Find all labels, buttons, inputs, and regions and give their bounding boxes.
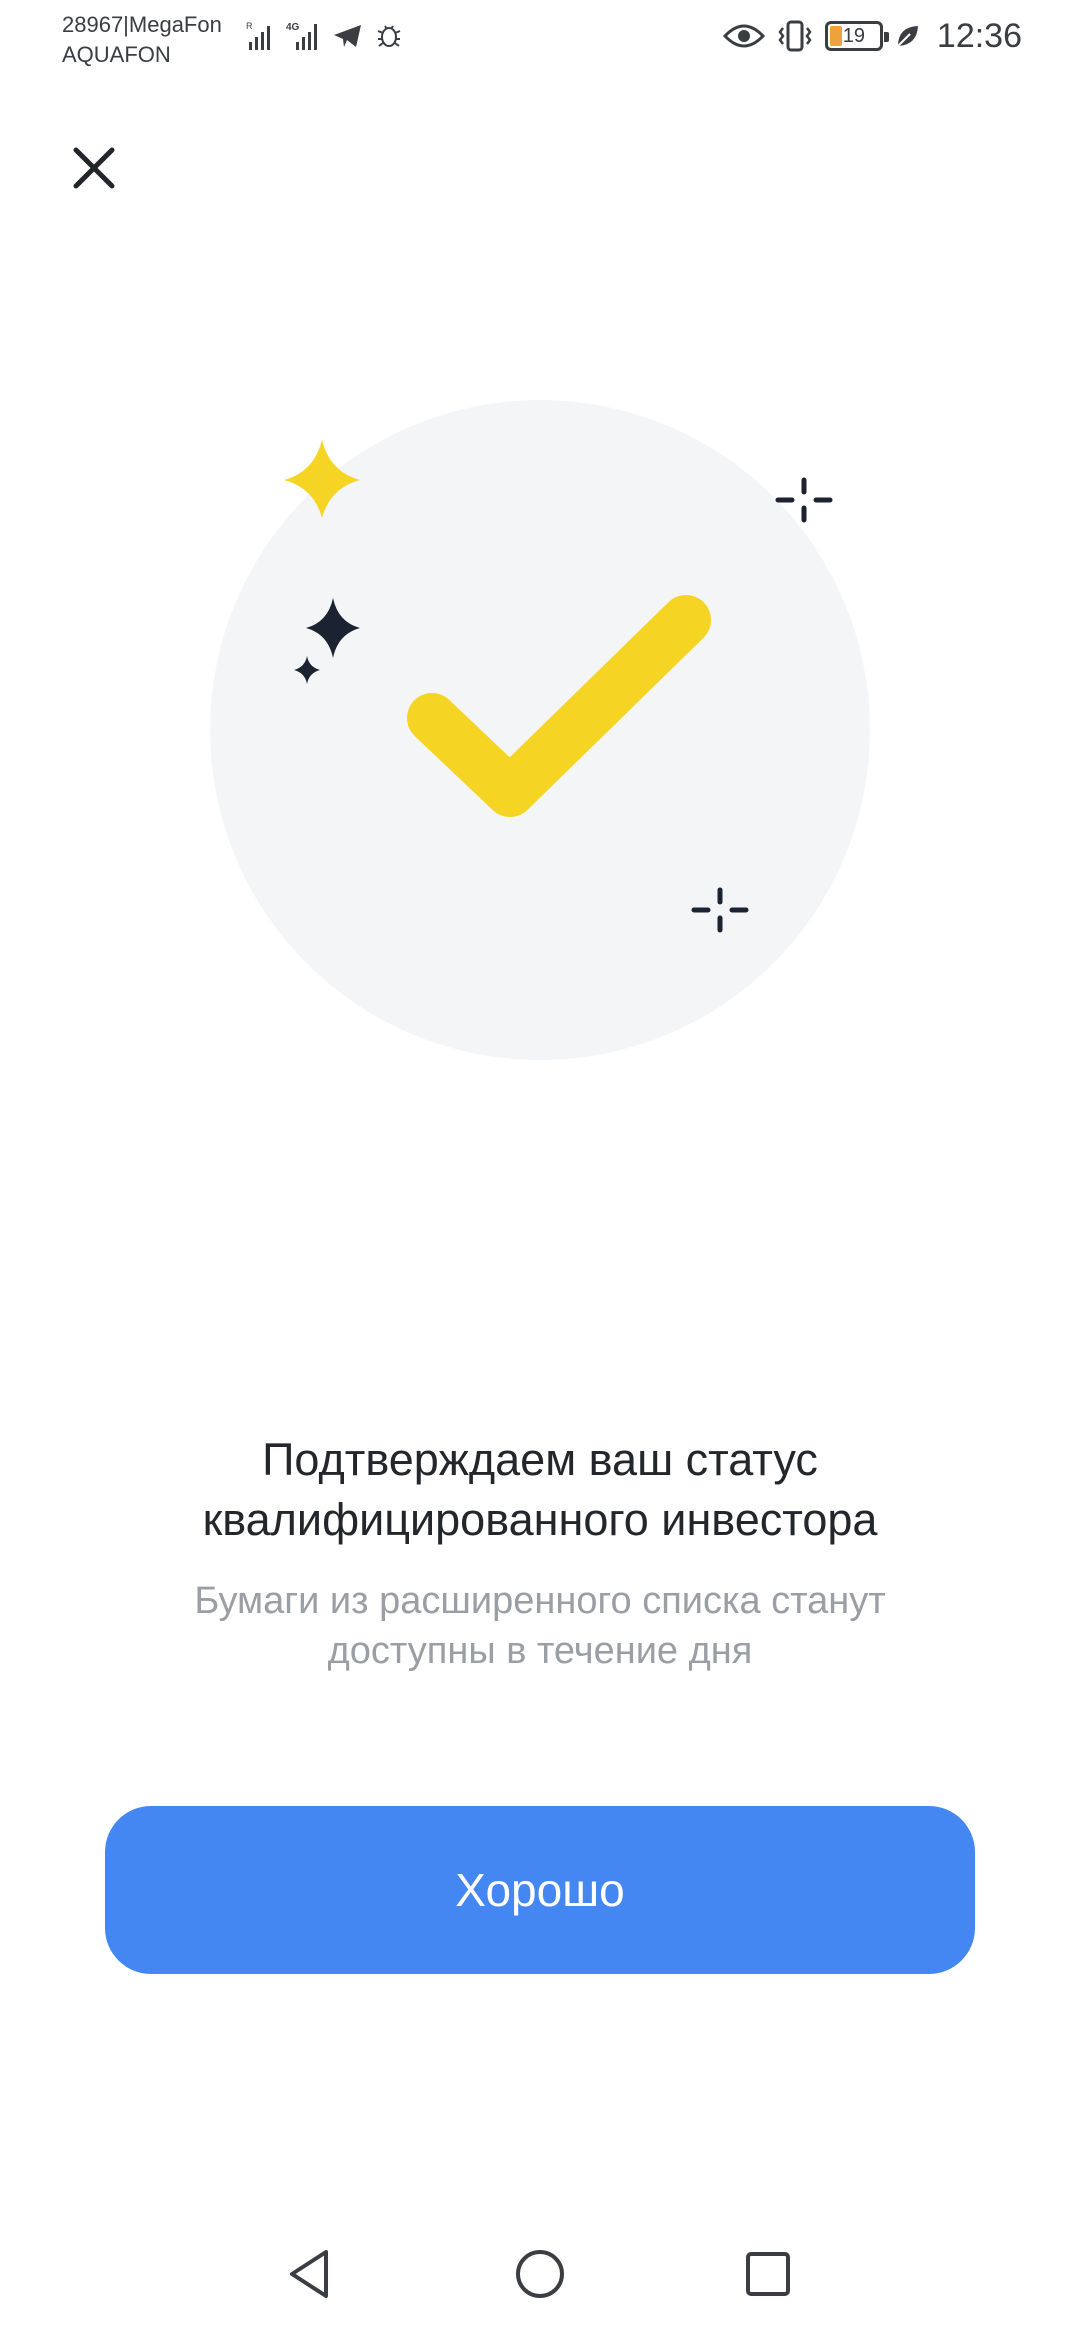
title-line-2: квалифицированного инвестора [202, 1494, 878, 1545]
home-button[interactable] [508, 2242, 572, 2306]
signal-4g-icon: 4G [286, 22, 317, 50]
carrier-info: 28967|MegaFon AQUAFON [62, 10, 222, 70]
ok-button-label: Хорошо [455, 1864, 625, 1916]
signal-r-icon: R [246, 21, 270, 50]
carrier-line-1: 28967|MegaFon [62, 12, 222, 37]
recents-button[interactable] [736, 2242, 800, 2306]
close-button[interactable] [64, 138, 124, 198]
home-icon [516, 2250, 564, 2298]
telegram-icon [334, 25, 361, 47]
svg-text:R: R [246, 21, 253, 31]
close-icon [73, 147, 115, 189]
recents-icon [746, 2252, 790, 2296]
screen: 28967|MegaFon AQUAFON R 4G 19 12:36 Подт… [0, 0, 1080, 2340]
page-title: Подтверждаем ваш статус квалифицированно… [60, 1430, 1020, 1550]
battery-icon: 19 [824, 21, 889, 51]
eye-icon [722, 24, 765, 48]
status-left-icons: R 4G [246, 18, 404, 54]
carrier-line-2: AQUAFON [62, 42, 171, 67]
title-line-1: Подтверждаем ваш статус [262, 1434, 818, 1485]
subtitle-line-2: доступны в течение дня [327, 1630, 753, 1672]
battery-level: 19 [842, 24, 866, 47]
vibrate-icon [778, 20, 812, 52]
back-icon [290, 2250, 328, 2298]
page-subtitle: Бумаги из расширенного списка станут дос… [80, 1576, 1000, 1676]
status-right: 19 12:36 [722, 14, 1022, 58]
bug-icon [377, 25, 401, 47]
back-button[interactable] [278, 2242, 342, 2306]
leaf-icon [897, 26, 918, 47]
clock: 12:36 [936, 16, 1022, 55]
ok-button[interactable]: Хорошо [105, 1806, 975, 1974]
status-bar: 28967|MegaFon AQUAFON R 4G 19 12:36 [0, 0, 1080, 80]
success-illustration [210, 400, 870, 1060]
subtitle-line-1: Бумаги из расширенного списка станут [194, 1580, 886, 1622]
navigation-bar [0, 2230, 1080, 2320]
svg-text:4G: 4G [286, 22, 300, 33]
